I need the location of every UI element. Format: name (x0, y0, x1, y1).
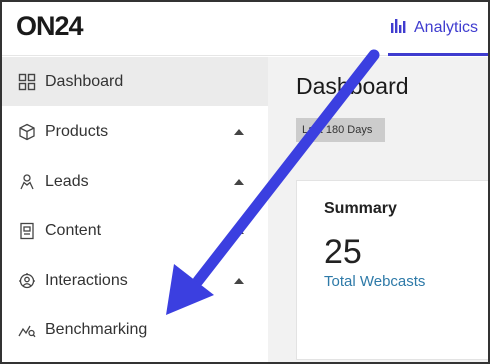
sidebar-nav: Dashboard Products Leads Content Interac… (2, 57, 268, 362)
sidebar-item-interactions[interactable]: Interactions (2, 261, 268, 301)
bar-chart-icon (390, 17, 408, 38)
chevron-up-icon[interactable] (232, 226, 246, 236)
benchmark-icon (18, 321, 36, 339)
sidebar-item-products[interactable]: Products (2, 112, 268, 152)
sidebar-item-benchmarking[interactable]: Benchmarking (2, 310, 268, 350)
sidebar-item-label: Products (45, 123, 109, 140)
main-content: Dashboard Last 180 Days Summary 25 Total… (268, 57, 488, 362)
tab-analytics-label: Analytics (414, 18, 479, 36)
app-window: ON24 Analytics Dashboard Products Leads … (0, 0, 490, 364)
sidebar-item-label: Interactions (45, 272, 128, 289)
chevron-up-icon[interactable] (232, 276, 246, 286)
sidebar-item-label: Dashboard (45, 73, 124, 90)
person-icon (18, 173, 36, 191)
tab-analytics[interactable]: Analytics (388, 2, 488, 56)
on24-logo[interactable]: ON24 (16, 11, 84, 42)
summary-card: Summary 25 Total Webcasts (296, 180, 488, 360)
interactions-icon (18, 272, 36, 290)
sidebar-item-leads[interactable]: Leads (2, 162, 268, 202)
page-title: Dashboard (296, 73, 409, 99)
sidebar-item-dashboard[interactable]: Dashboard (2, 62, 268, 102)
summary-value: 25 (324, 233, 362, 271)
grid-icon (18, 73, 36, 91)
chevron-up-icon[interactable] (232, 177, 246, 187)
total-webcasts-link[interactable]: Total Webcasts (324, 273, 425, 290)
sidebar-item-content[interactable]: Content (2, 211, 268, 251)
cube-icon (18, 123, 36, 141)
date-range-badge[interactable]: Last 180 Days (296, 118, 385, 142)
top-header: ON24 Analytics (2, 2, 488, 56)
summary-title: Summary (324, 200, 397, 217)
sidebar-item-label: Content (45, 222, 102, 239)
sidebar-item-label: Benchmarking (45, 321, 148, 338)
chevron-up-icon[interactable] (232, 127, 246, 137)
document-icon (18, 222, 36, 240)
sidebar-item-label: Leads (45, 173, 89, 190)
